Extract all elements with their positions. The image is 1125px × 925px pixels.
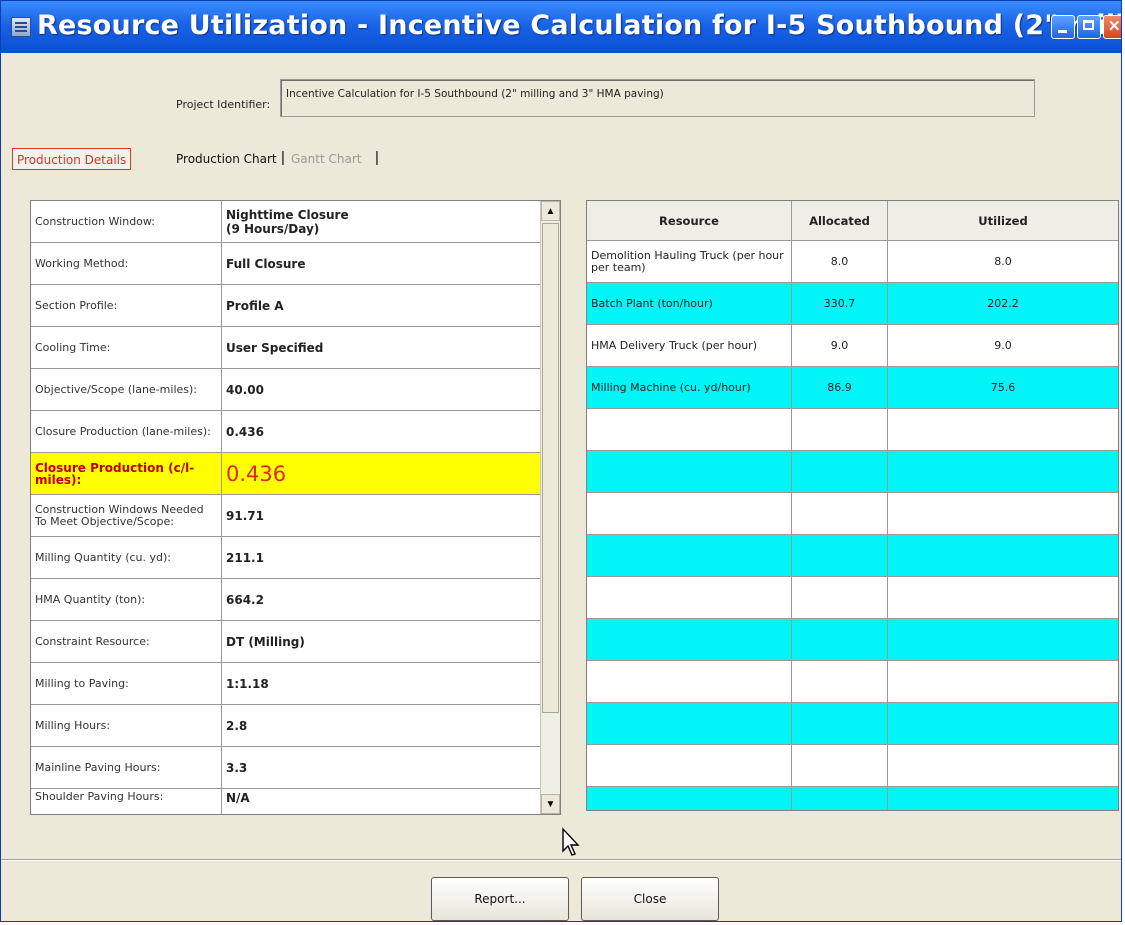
empty-table-row [587, 493, 1118, 535]
detail-value: 91.71 [226, 508, 264, 523]
report-button[interactable]: Report... [431, 877, 569, 921]
detail-label: Milling Quantity (cu. yd): [31, 537, 222, 578]
empty-table-row [587, 703, 1118, 745]
detail-value: Nighttime Closure (9 Hours/Day) [226, 207, 349, 236]
utilized-cell: 9.0 [994, 338, 1012, 352]
title-bar[interactable]: Resource Utilization - Incentive Calcula… [1, 1, 1121, 53]
scroll-down-button[interactable]: ▼ [541, 794, 560, 814]
detail-row-highlighted: Closure Production (c/l-miles): 0.436 [31, 453, 541, 495]
empty-table-row [587, 577, 1118, 619]
detail-row: Cooling Time: User Specified [31, 327, 541, 369]
resource-cell: Batch Plant (ton/hour) [587, 283, 792, 324]
detail-row: HMA Quantity (ton): 664.2 [31, 579, 541, 621]
tab-gantt-chart: Gantt Chart [291, 152, 362, 166]
allocated-cell: 86.9 [792, 367, 888, 408]
detail-label: Section Profile: [31, 285, 222, 326]
resource-cell: Milling Machine (cu. yd/hour) [587, 367, 792, 408]
empty-table-row [587, 787, 1118, 810]
detail-row: Milling Hours: 2.8 [31, 705, 541, 747]
tab-production-details[interactable]: Production Details [12, 148, 132, 170]
detail-label: Shoulder Paving Hours: [31, 789, 222, 814]
close-button[interactable]: Close [581, 877, 719, 921]
detail-value: Profile A [226, 298, 284, 313]
detail-label: Working Method: [31, 243, 222, 284]
detail-value: 2.8 [226, 718, 248, 733]
detail-row: Mainline Paving Hours: 3.3 [31, 747, 541, 789]
resource-table[interactable]: Resource Allocated Utilized Demolition H… [586, 200, 1119, 811]
detail-row: Milling to Paving: 1:1.18 [31, 663, 541, 705]
detail-label: Closure Production (lane-miles): [31, 411, 222, 452]
detail-label: Objective/Scope (lane-miles): [31, 369, 222, 410]
detail-label: Mainline Paving Hours: [31, 747, 222, 788]
empty-table-row [587, 661, 1118, 703]
utilized-cell: 202.2 [987, 296, 1019, 310]
resource-table-header: Resource Allocated Utilized [587, 201, 1118, 241]
detail-row: Closure Production (lane-miles): 0.436 [31, 411, 541, 453]
detail-value: DT (Milling) [226, 634, 305, 649]
scroll-up-button[interactable]: ▲ [541, 201, 560, 221]
allocated-cell: 8.0 [792, 241, 888, 282]
maximize-button[interactable] [1077, 15, 1101, 39]
production-details-grid[interactable]: Construction Window: Nighttime Closure (… [30, 200, 561, 815]
resource-cell: HMA Delivery Truck (per hour) [587, 325, 792, 366]
utilized-cell: 8.0 [994, 254, 1012, 268]
detail-label: HMA Quantity (ton): [31, 579, 222, 620]
window-title: Resource Utilization - Incentive Calcula… [37, 10, 1121, 41]
detail-value: 40.00 [226, 382, 264, 397]
allocated-cell: 330.7 [792, 283, 888, 324]
allocated-cell: 9.0 [792, 325, 888, 366]
detail-label: Milling Hours: [31, 705, 222, 746]
detail-row: Objective/Scope (lane-miles): 40.00 [31, 369, 541, 411]
column-header-resource[interactable]: Resource [587, 201, 792, 240]
detail-label: Construction Windows Needed To Meet Obje… [31, 495, 222, 536]
detail-value: 664.2 [226, 592, 264, 607]
app-icon [11, 17, 31, 37]
detail-label: Cooling Time: [31, 327, 222, 368]
table-row[interactable]: HMA Delivery Truck (per hour) 9.0 9.0 [587, 325, 1118, 367]
empty-table-row [587, 745, 1118, 787]
tab-production-chart[interactable]: Production Chart [176, 148, 277, 170]
column-header-allocated[interactable]: Allocated [792, 201, 888, 240]
minimize-button[interactable] [1051, 15, 1075, 39]
detail-row: Milling Quantity (cu. yd): 211.1 [31, 537, 541, 579]
detail-label: Construction Window: [31, 201, 222, 242]
detail-value: User Specified [226, 340, 324, 355]
table-row[interactable]: Batch Plant (ton/hour) 330.7 202.2 [587, 283, 1118, 325]
empty-table-row [587, 409, 1118, 451]
project-identifier-label: Project Identifier: [176, 98, 271, 111]
detail-row: Working Method: Full Closure [31, 243, 541, 285]
detail-value: 0.436 [226, 461, 287, 486]
empty-table-row [587, 619, 1118, 661]
vertical-scrollbar[interactable]: ▲ ▼ [540, 201, 560, 814]
tab-separator: | [281, 149, 285, 166]
tab-separator: | [375, 149, 379, 166]
utilized-cell: 75.6 [990, 380, 1016, 394]
detail-value: 1:1.18 [226, 676, 269, 691]
table-row[interactable]: Milling Machine (cu. yd/hour) 86.9 75.6 [587, 367, 1118, 409]
scroll-thumb[interactable] [542, 223, 559, 713]
detail-row: Section Profile: Profile A [31, 285, 541, 327]
resource-utilization-window: Resource Utilization - Incentive Calcula… [0, 0, 1122, 922]
detail-value: Full Closure [226, 256, 306, 271]
detail-value: 211.1 [226, 550, 264, 565]
bottom-divider [1, 859, 1121, 861]
close-window-button[interactable] [1103, 15, 1121, 39]
project-identifier-field[interactable]: Incentive Calculation for I-5 Southbound… [280, 79, 1035, 117]
empty-table-row [587, 535, 1118, 577]
detail-label: Constraint Resource: [31, 621, 222, 662]
detail-row: Constraint Resource: DT (Milling) [31, 621, 541, 663]
detail-value: N/A [226, 791, 250, 805]
detail-row: Construction Windows Needed To Meet Obje… [31, 495, 541, 537]
resource-cell: Demolition Hauling Truck (per hour per t… [587, 241, 792, 282]
detail-label: Closure Production (c/l-miles): [31, 453, 222, 494]
column-header-utilized[interactable]: Utilized [888, 201, 1118, 240]
detail-value: 3.3 [226, 760, 248, 775]
empty-table-row [587, 451, 1118, 493]
detail-value: 0.436 [226, 424, 264, 439]
detail-row: Shoulder Paving Hours: N/A [31, 789, 541, 814]
mouse-pointer-icon [562, 827, 580, 856]
detail-label: Milling to Paving: [31, 663, 222, 704]
table-row[interactable]: Demolition Hauling Truck (per hour per t… [587, 241, 1118, 283]
detail-row: Construction Window: Nighttime Closure (… [31, 201, 541, 243]
